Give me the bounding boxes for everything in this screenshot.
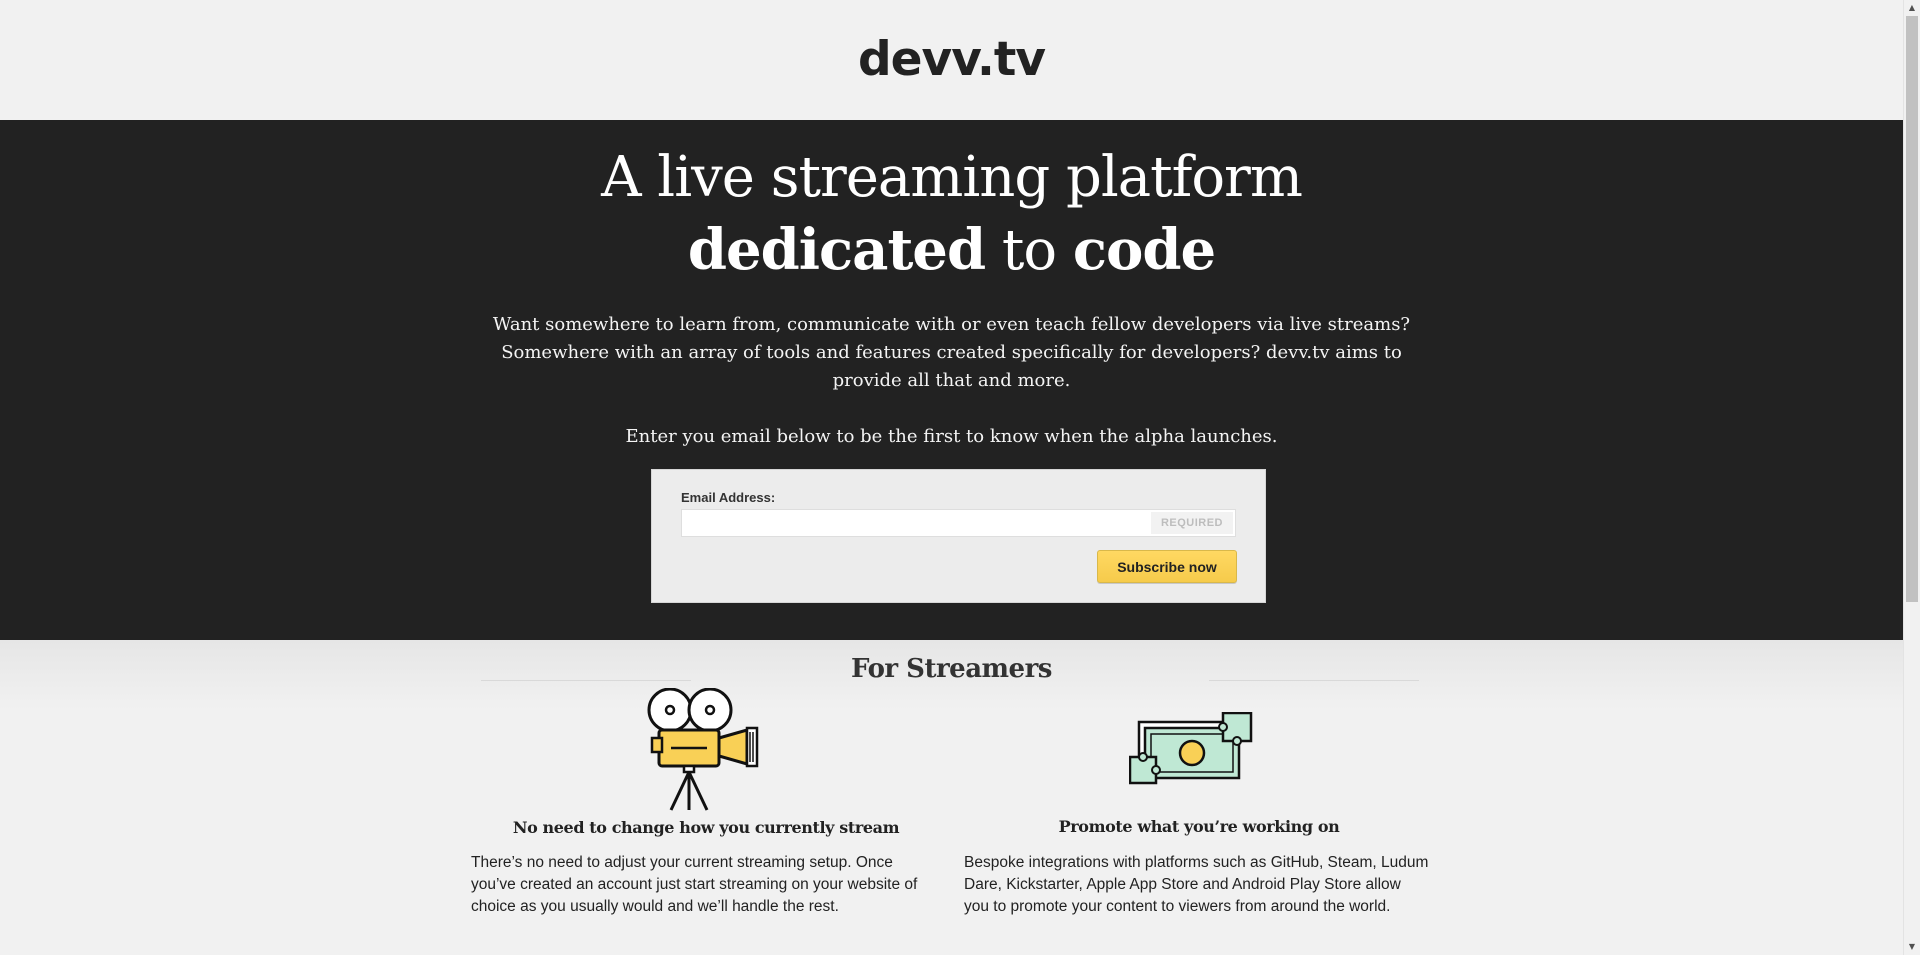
- email-field-wrapper: REQUIRED: [681, 509, 1236, 537]
- hero-title-code: code: [1072, 217, 1216, 283]
- page: devv.tv A live streaming platform dedica…: [0, 0, 1903, 955]
- feature-text: There’s no need to adjust your current s…: [471, 854, 918, 915]
- subscribe-form: Email Address: REQUIRED Subscribe now: [651, 469, 1266, 603]
- streamers-section: For Streamers No need to change how you …: [0, 640, 1903, 955]
- hero-title-line1: A live streaming platform: [601, 145, 1303, 210]
- hero-description: Want somewhere to learn from, communicat…: [492, 314, 1411, 391]
- site-logo[interactable]: devv.tv: [858, 32, 1046, 87]
- required-badge: REQUIRED: [1150, 512, 1233, 534]
- subscribe-button[interactable]: Subscribe now: [1097, 550, 1237, 583]
- vertical-scrollbar[interactable]: ▲ ▼: [1903, 0, 1920, 955]
- movie-camera-icon: [647, 687, 762, 817]
- section-divider-right: [1209, 680, 1419, 681]
- hero-section: A live streaming platform dedicated to c…: [0, 120, 1903, 640]
- email-label: Email Address:: [681, 490, 776, 505]
- feature-text: Bespoke integrations with platforms such…: [964, 854, 1429, 915]
- email-input[interactable]: [682, 510, 1154, 536]
- scroll-up-arrow-icon[interactable]: ▲: [1904, 0, 1920, 16]
- scrollbar-thumb[interactable]: [1906, 16, 1918, 602]
- hero-title: A live streaming platform dedicated to c…: [0, 120, 1903, 287]
- site-header: devv.tv: [0, 0, 1903, 120]
- hero-title-dedicated: dedicated: [687, 217, 986, 283]
- hero-cta-text: Enter you email below to be the first to…: [625, 426, 1278, 447]
- hero-title-to: to: [985, 218, 1073, 283]
- feature-title: No need to change how you currently stre…: [512, 818, 900, 837]
- section-title: For Streamers: [851, 654, 1052, 684]
- scroll-down-arrow-icon[interactable]: ▼: [1904, 939, 1920, 955]
- feature-title: Promote what you’re working on: [1058, 817, 1340, 836]
- money-puzzle-icon: [1128, 711, 1259, 796]
